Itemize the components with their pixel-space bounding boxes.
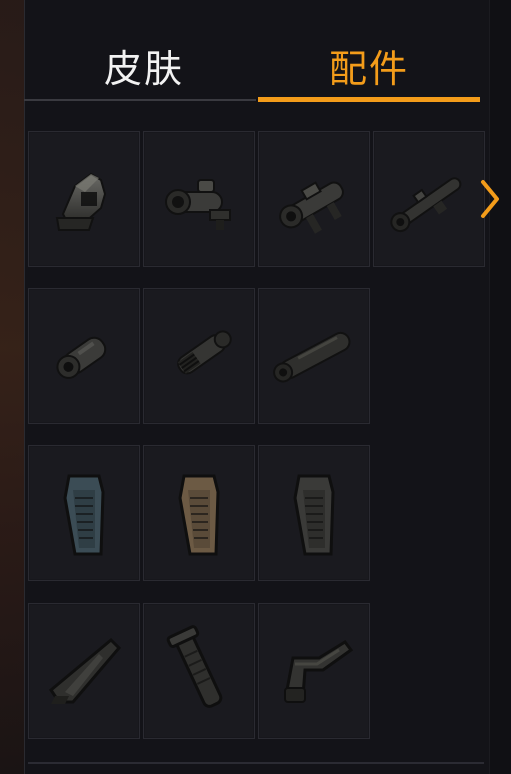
tab-divider — [24, 99, 256, 101]
flash-hider-slot[interactable] — [143, 288, 255, 424]
acog-scope-slot[interactable] — [143, 131, 255, 267]
stock-slot[interactable] — [258, 603, 370, 739]
next-page-button[interactable] — [474, 176, 504, 222]
sniper-scope-icon — [390, 177, 462, 233]
stock-icon — [284, 640, 354, 703]
magazine-blue-icon — [63, 474, 105, 556]
holographic-sight-slot[interactable] — [28, 131, 140, 267]
active-tab-indicator — [258, 97, 480, 102]
magazine-dark-slot[interactable] — [258, 445, 370, 581]
acog-scope-icon — [165, 179, 231, 230]
compensator-slot[interactable] — [28, 288, 140, 424]
suppressor-icon — [273, 331, 351, 383]
magazine-blue-slot[interactable] — [28, 445, 140, 581]
panel-bottom-divider — [28, 762, 484, 764]
compensator-icon — [56, 336, 107, 379]
vertical-grip-icon — [166, 625, 223, 708]
tab-skin[interactable]: 皮肤 — [54, 40, 234, 91]
angled-grip-icon — [49, 637, 122, 704]
red-dot-scope-slot[interactable] — [258, 131, 370, 267]
tab-bar: 皮肤 配件 — [24, 30, 488, 104]
chevron-right-icon — [481, 180, 499, 218]
tab-parts[interactable]: 配件 — [274, 40, 464, 91]
holographic-sight-icon — [55, 172, 107, 231]
flash-hider-icon — [177, 330, 232, 375]
magazine-tan-slot[interactable] — [143, 445, 255, 581]
sniper-scope-slot[interactable] — [373, 131, 485, 267]
red-dot-scope-icon — [279, 181, 344, 234]
magazine-dark-icon — [293, 474, 335, 556]
angled-grip-slot[interactable] — [28, 603, 140, 739]
suppressor-slot[interactable] — [258, 288, 370, 424]
magazine-tan-icon — [178, 474, 220, 556]
vertical-grip-slot[interactable] — [143, 603, 255, 739]
